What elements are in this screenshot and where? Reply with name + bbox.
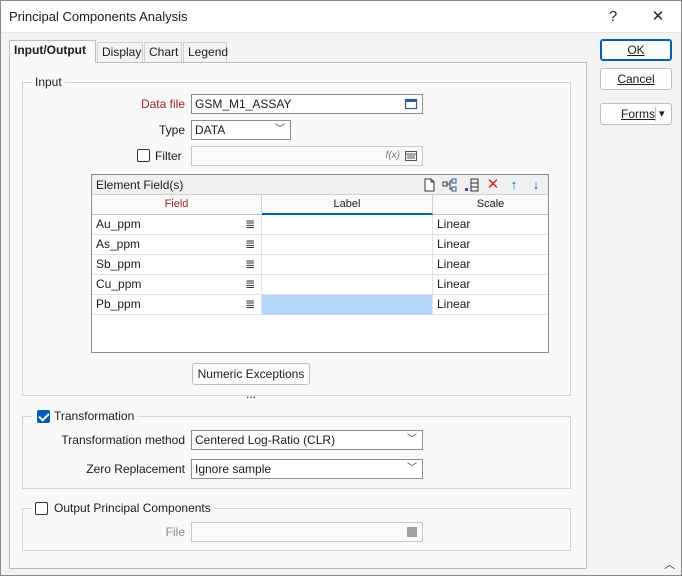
close-button[interactable]: ✕ xyxy=(647,7,669,27)
transformation-method-combobox[interactable]: Centered Log-Ratio (CLR) ﹀ xyxy=(191,430,423,450)
new-document-icon[interactable] xyxy=(421,177,437,193)
window-title: Principal Components Analysis xyxy=(9,9,188,24)
zero-replacement-combobox[interactable]: Ignore sample ﹀ xyxy=(191,459,423,479)
tab-input-output[interactable]: Input/Output xyxy=(9,40,96,63)
numeric-exceptions-button[interactable]: Numeric Exceptions ... xyxy=(192,363,310,401)
transformation-method-label: Transformation method xyxy=(61,433,185,447)
chevron-down-icon: ﹀ xyxy=(407,463,417,474)
scale-cell[interactable]: Linear xyxy=(433,215,548,235)
dropdown-arrow-icon[interactable]: ▾ xyxy=(659,104,665,124)
filter-checkbox[interactable] xyxy=(137,149,150,162)
table-row[interactable]: Cu_ppm ≣ Linear xyxy=(92,275,548,295)
output-principal-components-checkbox[interactable] xyxy=(35,502,48,515)
data-file-label: Data file xyxy=(140,97,185,111)
label-cell-selected[interactable] xyxy=(262,295,433,315)
forms-divider xyxy=(655,107,656,121)
table-row[interactable]: As_ppm ≣ Linear xyxy=(92,235,548,255)
column-header-scale[interactable]: Scale xyxy=(433,195,548,215)
element-fields-grid: Element Field(s) ✕ ↑ ↓ Field Label Scale… xyxy=(91,174,549,353)
output-group-title: Output Principal Components xyxy=(32,501,214,515)
menu-icon[interactable]: ≣ xyxy=(245,275,255,294)
field-cell[interactable]: Au_ppm ≣ xyxy=(92,215,262,235)
insert-field-icon[interactable] xyxy=(464,177,480,193)
zero-replacement-label: Zero Replacement xyxy=(86,462,185,476)
scale-cell[interactable]: Linear xyxy=(433,235,548,255)
scale-cell[interactable]: Linear xyxy=(433,275,548,295)
collapse-chevron-icon[interactable]: ︿ xyxy=(664,556,675,572)
field-cell[interactable]: Sb_ppm ≣ xyxy=(92,255,262,275)
field-name: Cu_ppm xyxy=(96,277,142,291)
filter-label: Filter xyxy=(155,149,182,163)
forms-button[interactable]: Forms ▾ xyxy=(600,103,672,125)
column-header-field[interactable]: Field xyxy=(92,195,262,215)
element-fields-title: Element Field(s) xyxy=(96,178,184,192)
scale-cell[interactable]: Linear xyxy=(433,295,548,315)
tab-legend[interactable]: Legend xyxy=(183,42,228,62)
field-cell[interactable]: As_ppm ≣ xyxy=(92,235,262,255)
label-cell[interactable] xyxy=(262,275,433,295)
browse-file-icon[interactable] xyxy=(407,527,417,537)
chevron-down-icon: ﹀ xyxy=(407,434,417,445)
label-cell[interactable] xyxy=(262,255,433,275)
dialog-body: Input/Output Display Chart Legend Input … xyxy=(1,33,681,575)
type-value: DATA xyxy=(195,123,226,137)
help-button[interactable]: ? xyxy=(602,7,624,27)
file-label: File xyxy=(165,525,185,539)
transformation-method-value: Centered Log-Ratio (CLR) xyxy=(195,433,336,447)
cancel-button[interactable]: Cancel xyxy=(600,68,672,90)
type-label: Type xyxy=(158,123,185,137)
function-icon[interactable]: f(x) xyxy=(386,147,400,165)
type-combobox[interactable]: DATA ﹀ xyxy=(191,120,291,140)
field-tree-icon[interactable] xyxy=(442,177,458,193)
field-cell[interactable]: Cu_ppm ≣ xyxy=(92,275,262,295)
chevron-down-icon: ﹀ xyxy=(275,124,285,135)
filter-list-icon[interactable] xyxy=(404,149,418,163)
data-file-value: GSM_M1_ASSAY xyxy=(195,97,292,111)
menu-icon[interactable]: ≣ xyxy=(245,215,255,234)
column-header-label[interactable]: Label xyxy=(262,195,433,215)
table-row[interactable]: Au_ppm ≣ Linear xyxy=(92,215,548,235)
field-name: Au_ppm xyxy=(96,217,141,231)
input-group-title: Input xyxy=(32,75,65,89)
scale-cell[interactable]: Linear xyxy=(433,255,548,275)
delete-icon[interactable]: ✕ xyxy=(485,177,501,193)
dialog-window: Principal Components Analysis ? ✕ Input/… xyxy=(0,0,682,576)
forms-button-label: Forms xyxy=(621,107,655,121)
field-name: Sb_ppm xyxy=(96,257,141,271)
move-down-icon[interactable]: ↓ xyxy=(528,177,544,193)
tab-chart[interactable]: Chart xyxy=(144,42,182,62)
element-fields-toolbar: Element Field(s) ✕ ↑ ↓ xyxy=(92,175,548,195)
output-file-field[interactable] xyxy=(191,522,423,542)
move-up-icon[interactable]: ↑ xyxy=(506,177,522,193)
transformation-checkbox[interactable] xyxy=(37,410,50,423)
field-name: As_ppm xyxy=(96,237,141,251)
data-file-field[interactable]: GSM_M1_ASSAY xyxy=(191,94,423,114)
field-name: Pb_ppm xyxy=(96,297,141,311)
label-cell[interactable] xyxy=(262,235,433,255)
tab-display[interactable]: Display xyxy=(97,42,143,62)
browse-file-icon[interactable] xyxy=(404,97,418,111)
field-cell[interactable]: Pb_ppm ≣ xyxy=(92,295,262,315)
filter-field[interactable]: f(x) xyxy=(191,146,423,166)
input-group: Input Data file GSM_M1_ASSAY Type DATA ﹀… xyxy=(22,75,571,401)
table-row[interactable]: Sb_ppm ≣ Linear xyxy=(92,255,548,275)
title-bar: Principal Components Analysis ? ✕ xyxy=(1,1,681,33)
ok-button[interactable]: OK xyxy=(600,39,672,61)
tab-panel-input-output: Input Data file GSM_M1_ASSAY Type DATA ﹀… xyxy=(9,62,587,569)
ok-button-label: OK xyxy=(627,43,645,57)
cancel-button-label: Cancel xyxy=(617,72,655,86)
menu-icon[interactable]: ≣ xyxy=(245,295,255,314)
zero-replacement-value: Ignore sample xyxy=(195,462,272,476)
table-row[interactable]: Pb_ppm ≣ Linear xyxy=(92,295,548,315)
transformation-group: Transformation Transformation method Cen… xyxy=(22,409,571,489)
output-group: Output Principal Components File xyxy=(22,501,571,551)
menu-icon[interactable]: ≣ xyxy=(245,255,255,274)
menu-icon[interactable]: ≣ xyxy=(245,235,255,254)
label-cell[interactable] xyxy=(262,215,433,235)
